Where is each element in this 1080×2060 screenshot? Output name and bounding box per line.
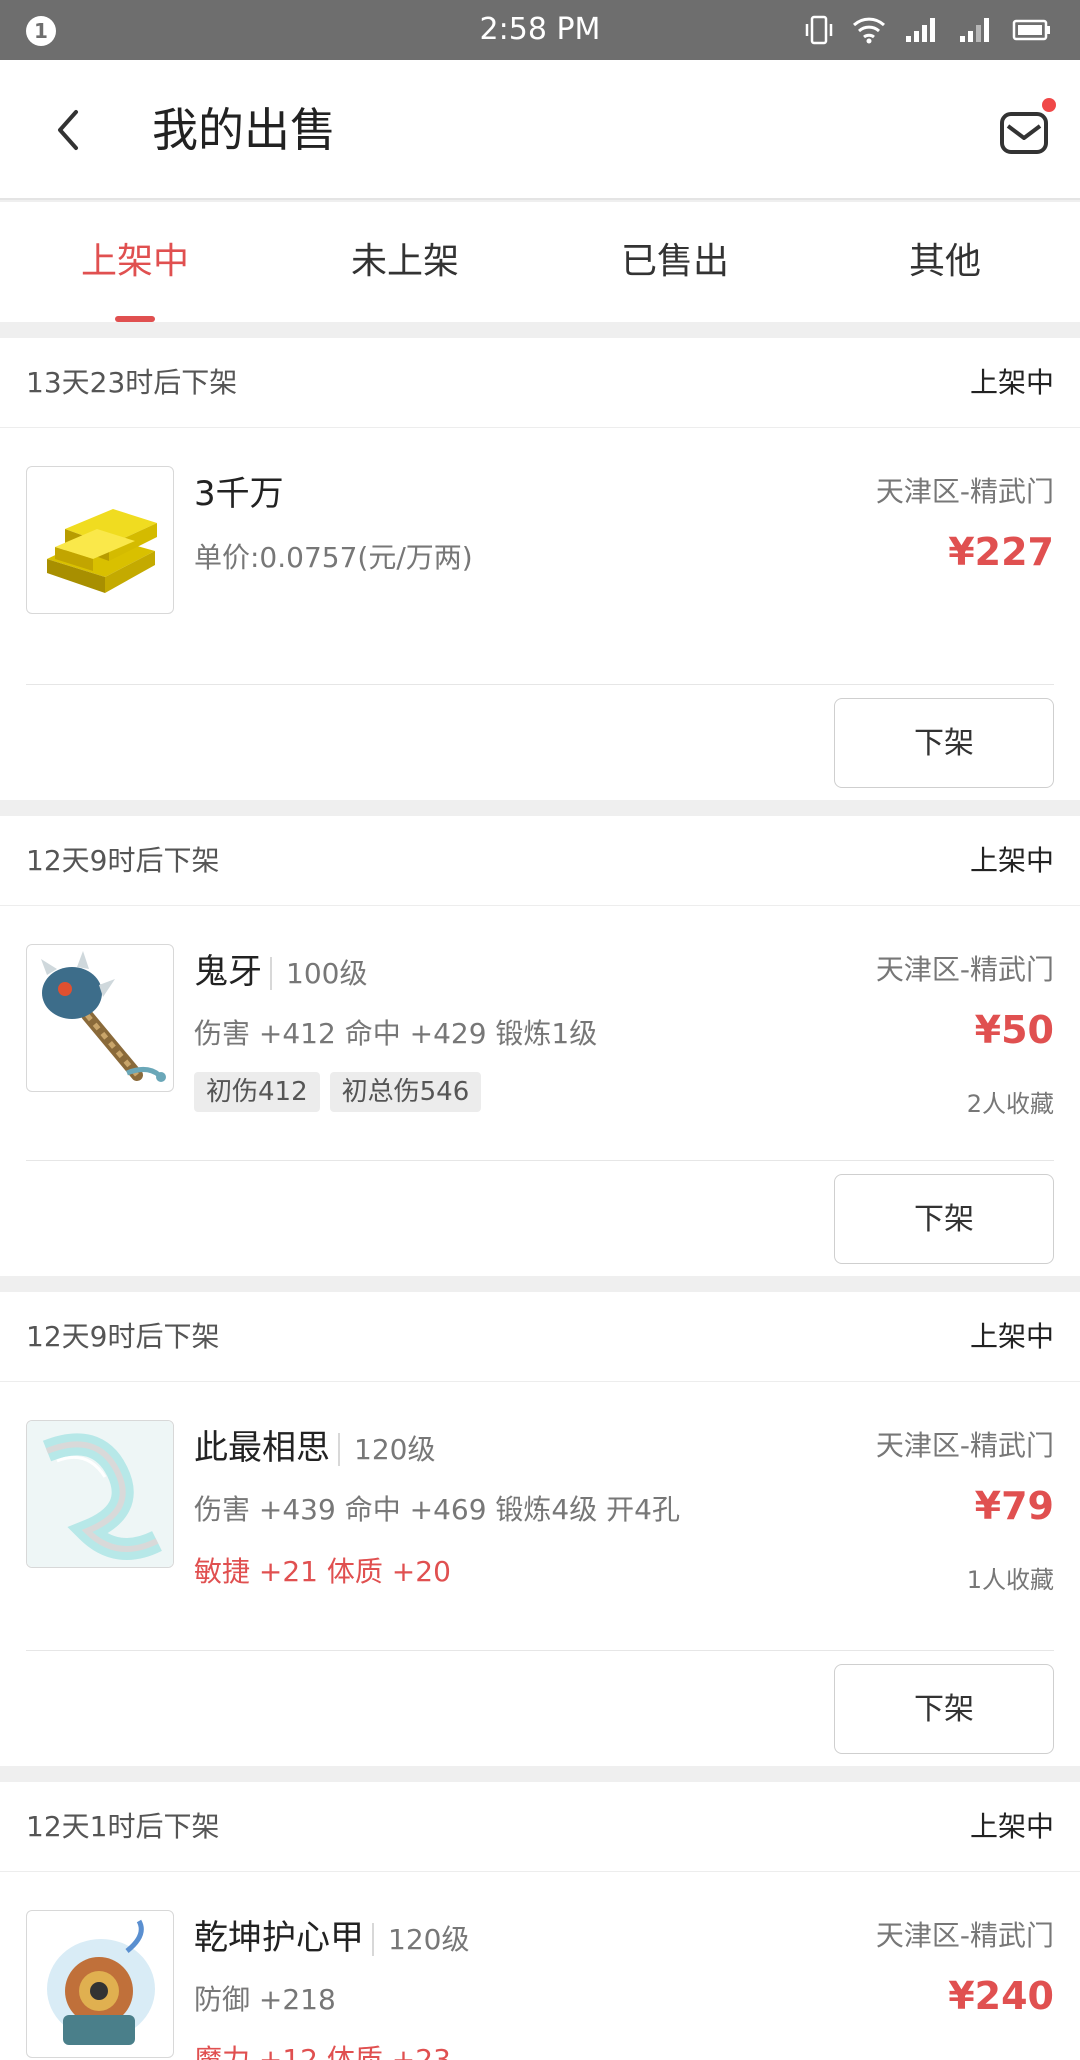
delist-button[interactable]: 下架: [834, 1664, 1054, 1754]
listing-header: 13天23时后下架 上架中: [0, 338, 1080, 428]
item-thumbnail[interactable]: [26, 944, 174, 1092]
delist-button[interactable]: 下架: [834, 698, 1054, 788]
listing-status: 上架中: [969, 1810, 1054, 1843]
listing-status: 上架中: [969, 366, 1054, 399]
listing-header: 12天1时后下架 上架中: [0, 1782, 1080, 1872]
tab-other[interactable]: 其他: [810, 202, 1080, 322]
item-name-row: 鬼牙 100级: [194, 944, 368, 993]
listing-card: 12天1时后下架 上架中 乾坤护心甲 120级 防御 +218 魔力 +12 体质…: [0, 1782, 1080, 2060]
tab-bar: 上架中 未上架 已售出 其他: [0, 202, 1080, 322]
item-bonus-stats: 敏捷 +21 体质 +20: [194, 1555, 451, 1588]
gold-ingot-icon: [47, 509, 157, 593]
server-name: 天津区-精武门: [875, 1429, 1054, 1462]
listing-card: 12天9时后下架 上架中 此最相思 120级 伤害 +439 命中 +469 锻炼…: [0, 1292, 1080, 1766]
item-price: ¥50: [974, 1008, 1054, 1052]
favorite-count: 1人收藏: [966, 1566, 1054, 1594]
wifi-icon: [852, 17, 886, 44]
item-thumbnail[interactable]: [26, 1420, 174, 1568]
card-divider: [26, 1160, 1054, 1161]
tab-on-sale[interactable]: 上架中: [0, 202, 270, 322]
item-thumbnail[interactable]: [26, 1910, 174, 2058]
item-price: ¥227: [948, 530, 1054, 574]
vibrate-icon: [805, 15, 833, 45]
battery-icon: [1012, 19, 1050, 41]
item-bonus-stats: 魔力 +12 体质 +23: [194, 2043, 451, 2060]
listing-header: 12天9时后下架 上架中: [0, 816, 1080, 906]
delist-button[interactable]: 下架: [834, 1174, 1054, 1264]
tab-label: 上架中: [80, 241, 189, 282]
page-title: 我的出售: [152, 103, 336, 157]
server-name: 天津区-精武门: [875, 953, 1054, 986]
status-bar: 1 2:58 PM: [0, 0, 1080, 60]
unit-price: 单价:0.0757(元/万两): [194, 541, 473, 574]
card-divider: [26, 1650, 1054, 1651]
item-level: 120级: [338, 1433, 436, 1466]
expire-time: 12天9时后下架: [26, 1320, 220, 1353]
armor-icon: [47, 1919, 155, 2045]
expire-time: 13天23时后下架: [26, 366, 238, 399]
mace-icon: [41, 951, 166, 1082]
server-name: 天津区-精武门: [875, 1919, 1054, 1952]
expire-time: 12天9时后下架: [26, 844, 220, 877]
tab-label: 其他: [908, 241, 981, 282]
item-name: 乾坤护心甲: [194, 1918, 364, 1958]
item-price: ¥240: [948, 1974, 1054, 2018]
item-stats: 伤害 +439 命中 +469 锻炼4级 开4孔: [194, 1493, 680, 1526]
listing-status: 上架中: [969, 1320, 1054, 1353]
status-icons: [804, 14, 1052, 46]
messages-button[interactable]: [992, 98, 1060, 166]
listing-status: 上架中: [969, 844, 1054, 877]
item-thumbnail[interactable]: [26, 466, 174, 614]
listing-header: 12天9时后下架 上架中: [0, 1292, 1080, 1382]
item-level: 120级: [372, 1923, 470, 1956]
unread-dot: [1042, 98, 1056, 112]
tag-chip: 初伤412: [194, 1072, 320, 1112]
chevron-left-icon: [58, 110, 78, 150]
item-price: ¥79: [974, 1484, 1054, 1528]
active-tab-indicator: [115, 316, 155, 322]
listing-card: 13天23时后下架 上架中 3千万 单价:0.0757(元/万两) 天津区-精武…: [0, 338, 1080, 800]
item-name-row: 此最相思 120级: [194, 1420, 436, 1469]
tab-not-listed[interactable]: 未上架: [270, 202, 540, 322]
tab-label: 已售出: [620, 241, 729, 282]
expire-time: 12天1时后下架: [26, 1810, 220, 1843]
item-name: 此最相思: [194, 1428, 330, 1468]
app-header: 我的出售: [0, 60, 1080, 200]
favorite-count: 2人收藏: [966, 1090, 1054, 1118]
ribbon-weapon-icon: [27, 1421, 173, 1567]
signal-icon: [906, 18, 935, 42]
item-name-row: 乾坤护心甲 120级: [194, 1910, 470, 1959]
tag-chip: 初总伤546: [329, 1072, 482, 1112]
item-stats: 伤害 +412 命中 +429 锻炼1级: [194, 1017, 598, 1050]
back-button[interactable]: [40, 100, 100, 160]
signal-2-icon: [960, 18, 989, 42]
item-tags: 初伤412 初总伤546: [194, 1072, 491, 1112]
item-stats: 防御 +218: [194, 1983, 336, 2016]
item-name: 3千万: [194, 474, 284, 514]
item-name: 鬼牙: [194, 952, 262, 992]
item-level: 100级: [270, 957, 368, 990]
listing-card: 12天9时后下架 上架中 鬼牙 100级 伤害 +412 命中 +429 锻炼1级…: [0, 816, 1080, 1276]
tab-label: 未上架: [350, 241, 459, 282]
card-divider: [26, 684, 1054, 685]
server-name: 天津区-精武门: [875, 475, 1054, 508]
tab-sold[interactable]: 已售出: [540, 202, 810, 322]
